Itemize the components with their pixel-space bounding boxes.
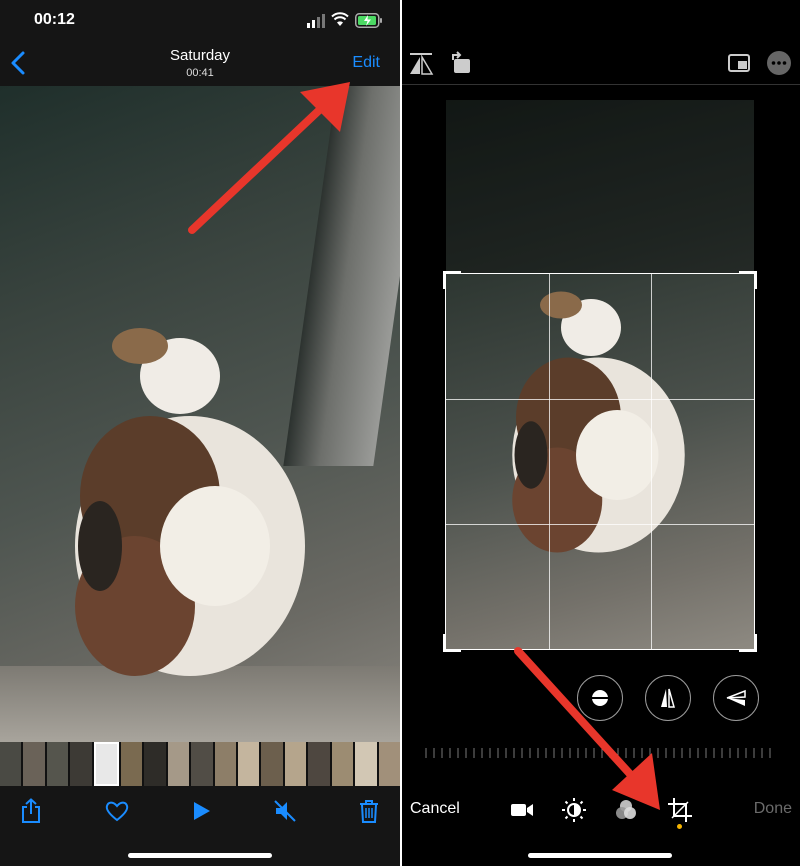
active-tool-indicator [677,824,682,829]
grid-line [548,274,550,649]
thumbnail[interactable] [331,742,354,786]
battery-charging-icon [355,13,382,28]
grid-line [446,523,754,525]
edit-button[interactable]: Edit [352,54,380,72]
aspect-ratio-icon[interactable] [726,50,752,76]
grid-line [446,398,754,400]
viewer-toolbar [0,786,400,836]
play-icon[interactable] [188,798,214,824]
photo-viewer-panel: 00:12 Saturday 00:41 Edit [0,0,400,866]
thumbnail[interactable] [284,742,307,786]
crop-icon[interactable] [666,796,694,824]
thumbnail-current[interactable] [93,742,120,786]
share-icon[interactable] [18,798,44,824]
editor-bottom-bar: Cancel Done [402,790,800,830]
straighten-button[interactable] [577,675,623,721]
thumbnail[interactable] [238,742,260,786]
thumbnail[interactable] [261,742,283,786]
crop-dimmed-area [446,100,754,273]
crop-handle-top-right[interactable] [739,271,757,289]
nav-bar: Saturday 00:41 Edit [0,40,400,86]
cellular-signal-icon [307,14,325,28]
thumbnail[interactable] [191,742,213,786]
mute-icon[interactable] [272,798,298,824]
filters-icon[interactable] [612,796,640,824]
crop-handle-bottom-left[interactable] [443,634,461,652]
horizontal-perspective-icon [726,689,746,706]
rotate-icon[interactable] [448,50,474,76]
video-icon[interactable] [508,796,536,824]
dog-image [75,328,305,676]
trash-icon[interactable] [356,798,382,824]
video-duration: 00:41 [186,67,214,79]
status-time: 00:12 [34,11,75,28]
wifi-icon [331,12,349,26]
straighten-icon [590,690,610,706]
thumbnail[interactable] [355,742,377,786]
home-indicator [528,853,672,858]
thumbnail-strip[interactable] [0,742,400,786]
horizontal-perspective-button[interactable] [713,675,759,721]
thumbnail[interactable] [167,742,190,786]
editor-top-bar [402,0,800,85]
cancel-button[interactable]: Cancel [410,800,460,818]
done-button[interactable]: Done [754,800,792,818]
flip-icon[interactable] [408,50,434,76]
home-indicator [128,853,272,858]
rotation-ruler[interactable] [424,746,776,760]
crop-editor-panel: Cancel Done [402,0,800,866]
video-frame [0,86,400,742]
thumbnail[interactable] [0,742,22,786]
thumbnail[interactable] [308,742,330,786]
thumbnail[interactable] [214,742,237,786]
status-bar: 00:12 [0,0,400,44]
crop-handle-top-left[interactable] [443,271,461,289]
heart-icon[interactable] [104,798,130,824]
vertical-perspective-icon [661,688,675,708]
thumbnail[interactable] [46,742,69,786]
crop-handle-bottom-right[interactable] [739,634,757,652]
thumbnail[interactable] [70,742,92,786]
more-icon[interactable] [766,50,792,76]
adjust-icon[interactable] [560,796,588,824]
thumbnail[interactable] [121,742,143,786]
thumbnail[interactable] [378,742,400,786]
thumbnail[interactable] [23,742,45,786]
crop-frame[interactable] [443,271,757,652]
page-title: Saturday [169,47,231,64]
grid-line [651,274,653,649]
vertical-perspective-button[interactable] [645,675,691,721]
thumbnail[interactable] [144,742,166,786]
